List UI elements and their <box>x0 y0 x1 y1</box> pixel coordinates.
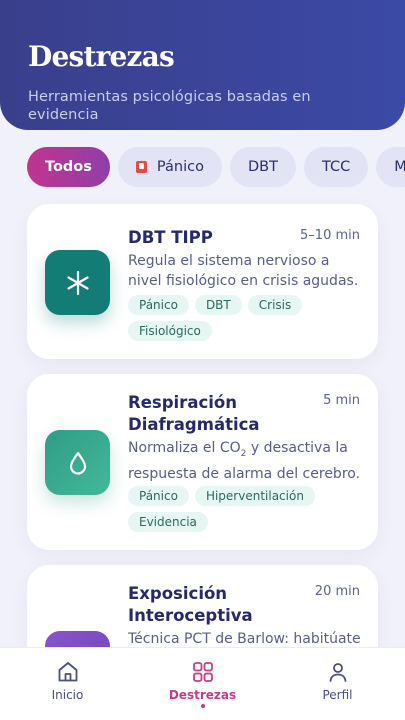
description-text: Normaliza el CO <box>128 440 241 456</box>
filter-chip-todos[interactable]: Todos <box>27 147 110 187</box>
filter-chip-mi[interactable]: Mi <box>376 147 405 187</box>
skill-card-dbt-tipp[interactable]: DBT TIPP 5–10 min Regula el sistema nerv… <box>27 204 378 359</box>
home-icon <box>58 662 77 682</box>
page-title: Destrezas <box>28 40 175 73</box>
droplet-icon <box>69 451 86 475</box>
header: Destrezas Herramientas psicológicas basa… <box>0 0 405 130</box>
filter-chip-label: TCC <box>321 159 351 175</box>
nav-item-destrezas[interactable]: Destrezas <box>135 648 270 720</box>
asterisk-icon <box>66 270 89 295</box>
tag: Pánico <box>128 486 189 506</box>
skill-duration: 20 min <box>314 584 360 599</box>
skill-title: Respiración Diafragmática <box>128 393 260 434</box>
filter-chip-tcc[interactable]: TCC <box>303 147 369 187</box>
nav-label: Destrezas <box>168 688 237 702</box>
nav-label: Perfil <box>322 688 353 702</box>
tag: DBT <box>194 295 242 315</box>
nav-item-inicio[interactable]: Inicio <box>0 648 135 720</box>
filter-chip-label: Mi <box>394 159 405 175</box>
skill-title: Exposición Interoceptiva <box>128 584 253 625</box>
user-icon <box>329 663 346 682</box>
skill-duration: 5 min <box>323 393 360 408</box>
tag: Hiperventilación <box>194 486 315 506</box>
filter-chip-label: Todos <box>45 159 92 175</box>
filter-chip-label: Pánico <box>156 159 204 175</box>
skill-icon-tile <box>45 250 110 315</box>
skill-tags: Pánico DBT Crisis Fisiológico <box>128 295 368 341</box>
tag: Fisiológico <box>128 321 212 341</box>
skill-tags: Pánico Hiperventilación Evidencia <box>128 486 368 532</box>
active-indicator-dot <box>200 704 205 708</box>
filter-chip-dbt[interactable]: DBT <box>229 147 296 187</box>
filter-chip-panico[interactable]: Pánico <box>117 147 222 187</box>
nav-label: Inicio <box>51 688 84 702</box>
skill-card-respiracion[interactable]: Respiración Diafragmática 5 min Normaliz… <box>27 374 378 550</box>
bottom-nav: Inicio Destrezas Perfil <box>0 647 405 720</box>
filter-chip-label: DBT <box>247 159 278 175</box>
skill-description: Regula el sistema nervioso a nivel fisio… <box>128 253 359 289</box>
skill-title: DBT TIPP <box>128 228 213 247</box>
skill-description: Técnica PCT de Barlow: habitúate <box>128 631 361 647</box>
skill-duration: 5–10 min <box>300 228 360 243</box>
grid-icon <box>192 662 213 682</box>
tag: Pánico <box>128 295 189 315</box>
skill-description: Normaliza el CO2 y desactiva la respuest… <box>128 438 363 484</box>
alarm-icon <box>135 161 147 173</box>
nav-item-perfil[interactable]: Perfil <box>270 648 405 720</box>
skill-icon-tile <box>45 430 110 495</box>
filter-chips: Todos Pánico DBT TCC Mi <box>27 147 405 187</box>
page-subtitle: Herramientas psicológicas basadas en evi… <box>28 89 311 123</box>
tag: Crisis <box>247 295 303 315</box>
tag: Evidencia <box>128 512 208 532</box>
